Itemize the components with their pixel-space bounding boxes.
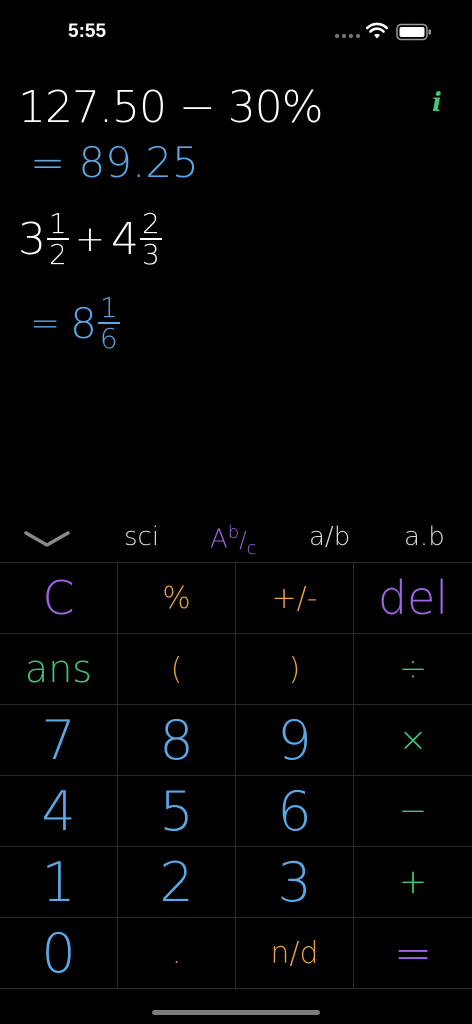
key-7[interactable]: 7 — [0, 705, 118, 776]
key-0[interactable]: 0 — [0, 918, 118, 989]
key-close-paren[interactable]: ) — [236, 634, 354, 705]
info-icon[interactable]: i — [432, 88, 442, 118]
key-percent[interactable]: % — [118, 563, 236, 634]
mode-mixed-fraction[interactable]: Ab/c — [210, 522, 257, 559]
key-5[interactable]: 5 — [118, 776, 236, 847]
result-fraction-numerator: 1 — [99, 291, 118, 324]
fraction-b-numerator: 2 — [142, 207, 160, 240]
key-equals[interactable]: = — [354, 918, 472, 989]
result-fraction-denominator: 6 — [99, 322, 118, 355]
status-bar: 5:55 — [0, 0, 472, 60]
mode-bar: sci Ab/c a/b a.b — [0, 516, 472, 562]
operator-plus: + — [74, 219, 105, 260]
fraction-a-numerator: 1 — [49, 207, 67, 240]
result-equals: = — [30, 303, 61, 344]
key-delete[interactable]: del — [354, 563, 472, 634]
mode-decimal[interactable]: a.b — [404, 522, 445, 552]
chevron-down-icon[interactable] — [22, 528, 72, 550]
key-3[interactable]: 3 — [236, 847, 354, 918]
expression-line-2: 3 1 2 + 4 2 3 — [18, 210, 162, 269]
result-line-1: = 89.25 — [30, 138, 199, 187]
status-time: 5:55 — [68, 21, 107, 42]
key-clear[interactable]: C — [0, 563, 118, 634]
result-fraction: 1 6 — [97, 291, 120, 355]
key-2[interactable]: 2 — [118, 847, 236, 918]
result-whole: 8 — [70, 299, 97, 348]
key-add[interactable]: + — [354, 847, 472, 918]
key-4[interactable]: 4 — [0, 776, 118, 847]
key-ans[interactable]: ans — [0, 634, 118, 705]
key-8[interactable]: 8 — [118, 705, 236, 776]
key-open-paren[interactable]: ( — [118, 634, 236, 705]
wifi-icon — [366, 22, 388, 39]
mode-fraction[interactable]: a/b — [309, 522, 350, 552]
key-decimal-point[interactable]: . — [118, 918, 236, 989]
key-1[interactable]: 1 — [0, 847, 118, 918]
mixed-whole-a: 3 — [18, 214, 46, 265]
battery-icon — [396, 23, 431, 41]
fraction-b: 2 3 — [140, 210, 162, 269]
key-subtract[interactable]: − — [354, 776, 472, 847]
key-6[interactable]: 6 — [236, 776, 354, 847]
mode-sci[interactable]: sci — [124, 522, 159, 552]
home-indicator[interactable] — [152, 1010, 320, 1015]
cellular-signal-icon — [335, 34, 360, 38]
key-fraction[interactable]: n/d — [236, 918, 354, 989]
fraction-a: 1 2 — [47, 210, 69, 269]
mixed-whole-b: 4 — [111, 214, 139, 265]
result-line-2: = 8 1 6 — [30, 294, 120, 353]
key-plus-minus[interactable]: +/- — [236, 563, 354, 634]
key-divide[interactable]: ÷ — [354, 634, 472, 705]
keypad: C % +/- del ans ( ) ÷ 7 8 9 × 4 5 6 − 1 … — [0, 562, 472, 989]
fraction-a-denominator: 2 — [49, 238, 67, 271]
key-multiply[interactable]: × — [354, 705, 472, 776]
key-9[interactable]: 9 — [236, 705, 354, 776]
fraction-b-denominator: 3 — [142, 238, 160, 271]
expression-line-1: 127.50 − 30% — [18, 82, 324, 133]
